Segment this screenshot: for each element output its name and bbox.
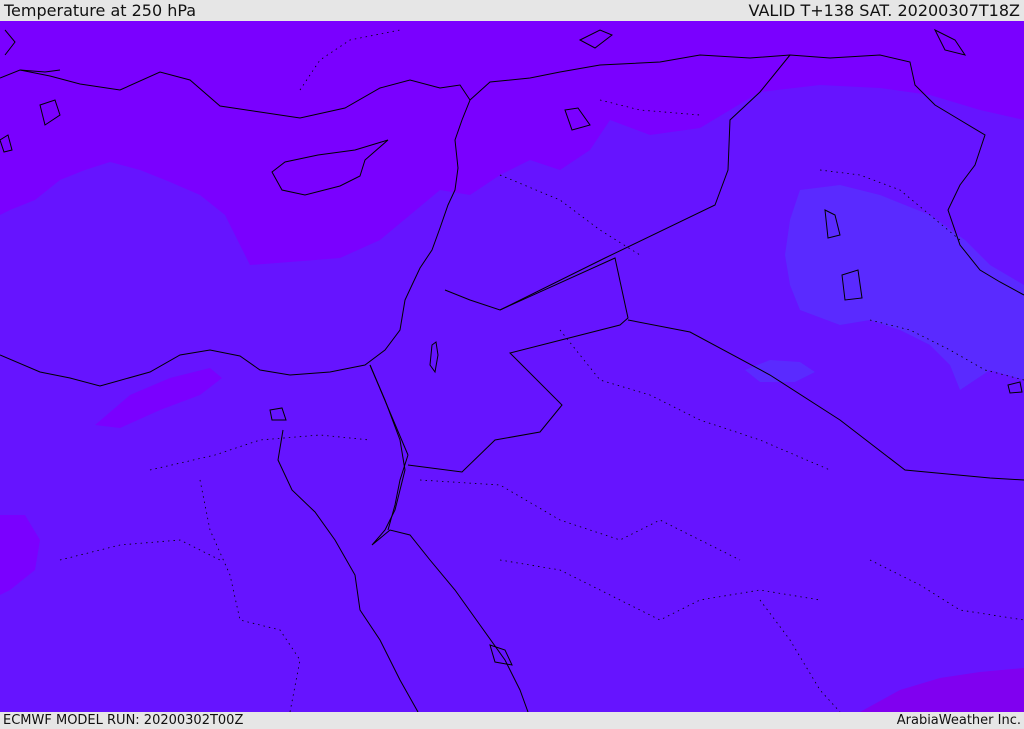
- footer-bar: ECMWF MODEL RUN: 20200302T00Z ArabiaWeat…: [0, 712, 1024, 729]
- valid-time: VALID T+138 SAT. 20200307T18Z: [748, 1, 1020, 20]
- credit-label: ArabiaWeather Inc.: [896, 713, 1021, 728]
- header-bar: Temperature at 250 hPa VALID T+138 SAT. …: [0, 0, 1024, 21]
- model-run-label: ECMWF MODEL RUN: 20200302T00Z: [3, 713, 244, 728]
- temperature-map: [0, 21, 1024, 712]
- map-title: Temperature at 250 hPa: [4, 1, 197, 20]
- map-canvas[interactable]: [0, 21, 1024, 712]
